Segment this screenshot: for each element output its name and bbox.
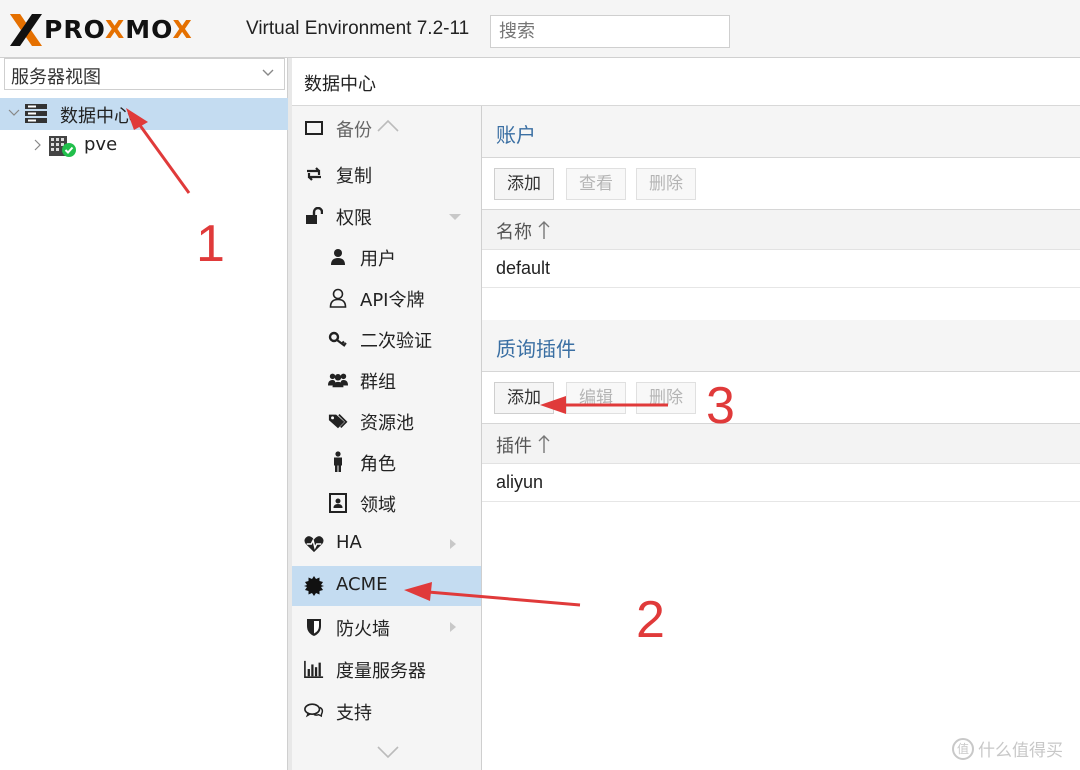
logo-wordmark: PROXMOX (44, 15, 193, 44)
chevron-down-icon (262, 69, 274, 76)
comments-icon (304, 701, 324, 721)
tree-item-label: 数据中心 (60, 106, 132, 127)
accounts-toolbar: 添加 查看 删除 (482, 158, 1080, 210)
section-title: 质询插件 (496, 337, 576, 361)
accounts-view-button[interactable]: 查看 (566, 168, 626, 200)
menu-item-support[interactable]: 支持 (292, 691, 481, 731)
menu-item-groups[interactable]: 群组 (292, 360, 481, 400)
acme-panel: 账户 添加 查看 删除 名称 default 质询插件 添加 编辑 删除 插件 … (482, 106, 1080, 770)
watermark: 值 什么值得买 (952, 736, 1063, 761)
node-online-icon (49, 136, 76, 157)
bar-chart-icon (304, 659, 324, 679)
accounts-section-title: 账户 (482, 106, 1080, 158)
users-icon (328, 370, 348, 390)
menu-item-realms[interactable]: 领域 (292, 483, 481, 523)
unlock-icon (304, 206, 324, 226)
sort-ascending-icon (538, 435, 550, 453)
chevron-right-icon (450, 622, 456, 632)
column-header-label: 插件 (496, 436, 532, 457)
menu-item-replication[interactable]: 复制 (292, 154, 481, 194)
menu-item-api-tokens[interactable]: API令牌 (292, 278, 481, 318)
proxmox-x-icon (8, 12, 44, 48)
menu-item-label: ACME (336, 574, 388, 595)
tree-item-pve[interactable]: pve (0, 130, 288, 162)
menu-item-label: 二次验证 (360, 331, 432, 352)
menu-item-firewall[interactable]: 防火墙 (292, 607, 481, 647)
menu-item-metric-server[interactable]: 度量服务器 (292, 649, 481, 689)
content-header: 数据中心 (292, 58, 1080, 106)
menu-item-label: 领域 (360, 495, 396, 516)
backup-icon (304, 118, 324, 138)
shield-icon (304, 617, 324, 637)
certificate-icon (304, 576, 324, 596)
sort-ascending-icon (538, 221, 550, 239)
menu-item-label: 权限 (336, 208, 372, 229)
menu-item-roles[interactable]: 角色 (292, 442, 481, 482)
annotation-number-3: 3 (706, 377, 735, 435)
plugins-remove-button[interactable]: 删除 (636, 382, 696, 414)
accounts-column-header[interactable]: 名称 (482, 210, 1080, 250)
chevron-down-icon (449, 214, 461, 220)
menu-item-permissions[interactable]: 权限 (292, 196, 481, 236)
menu-item-two-factor[interactable]: 二次验证 (292, 319, 481, 359)
menu-item-users[interactable]: 用户 (292, 237, 481, 277)
menu-item-acme[interactable]: ACME (292, 566, 481, 606)
menu-item-label: 防火墙 (336, 619, 390, 640)
server-icon (25, 104, 47, 123)
proxmox-logo[interactable]: PROXMOX (8, 12, 193, 48)
tree-item-label: pve (84, 134, 118, 155)
view-selector[interactable]: 服务器视图 (4, 58, 285, 90)
menu-item-pools[interactable]: 资源池 (292, 401, 481, 441)
plugins-edit-button[interactable]: 编辑 (566, 382, 626, 414)
key-icon (328, 329, 348, 349)
user-icon (328, 247, 348, 267)
content-title: 数据中心 (304, 74, 376, 95)
heartbeat-icon (304, 534, 324, 554)
menu-item-label: 用户 (360, 249, 396, 270)
male-icon (328, 451, 348, 472)
menu-item-label: API令牌 (360, 290, 425, 311)
tree-item-datacenter[interactable]: 数据中心 (0, 98, 288, 130)
menu-item-label: 角色 (360, 454, 396, 475)
menu-item-label: 备份 (336, 120, 372, 141)
top-bar: PROXMOX Virtual Environment 7.2-11 (0, 0, 1080, 58)
plugins-column-header[interactable]: 插件 (482, 424, 1080, 464)
column-header-label: 名称 (496, 222, 532, 243)
watermark-icon: 值 (952, 737, 974, 760)
watermark-text: 什么值得买 (978, 741, 1063, 761)
table-row[interactable]: aliyun (482, 464, 1080, 502)
plugin-name: aliyun (496, 472, 544, 492)
menu-item-ha[interactable]: HA (292, 524, 481, 564)
accounts-add-button[interactable]: 添加 (494, 168, 554, 200)
address-book-icon (328, 493, 348, 513)
collapse-arrow-icon[interactable] (8, 107, 20, 119)
user-outline-icon (328, 288, 348, 308)
account-name: default (496, 258, 551, 278)
scroll-down-icon[interactable] (376, 744, 400, 760)
menu-item-label: 复制 (336, 166, 372, 187)
annotation-number-2: 2 (636, 591, 665, 649)
scroll-up-icon[interactable] (376, 118, 400, 134)
menu-item-label: 资源池 (360, 413, 414, 434)
plugins-add-button[interactable]: 添加 (494, 382, 554, 414)
menu-item-label: 群组 (360, 372, 396, 393)
search-input[interactable] (490, 15, 730, 48)
plugins-toolbar: 添加 编辑 删除 (482, 372, 1080, 424)
menu-item-label: 度量服务器 (336, 661, 426, 682)
accounts-remove-button[interactable]: 删除 (636, 168, 696, 200)
chevron-right-icon (450, 539, 456, 549)
view-selector-label: 服务器视图 (11, 67, 101, 88)
annotation-number-1: 1 (196, 215, 225, 273)
plugins-section-title: 质询插件 (482, 320, 1080, 372)
table-row[interactable]: default (482, 250, 1080, 288)
menu-item-label: 支持 (336, 703, 372, 724)
resource-tree-panel: 服务器视图 数据中心 pve (0, 58, 288, 770)
datacenter-menu: 备份 复制 权限 用户 API令牌 二次验证 群组 资源池 角色 领域 HA A… (292, 106, 482, 770)
menu-item-label: HA (336, 532, 362, 553)
section-title: 账户 (496, 123, 536, 147)
tags-icon (328, 411, 348, 431)
expand-arrow-icon[interactable] (32, 139, 44, 151)
replication-icon (304, 164, 324, 184)
product-version: Virtual Environment 7.2-11 (246, 18, 470, 39)
